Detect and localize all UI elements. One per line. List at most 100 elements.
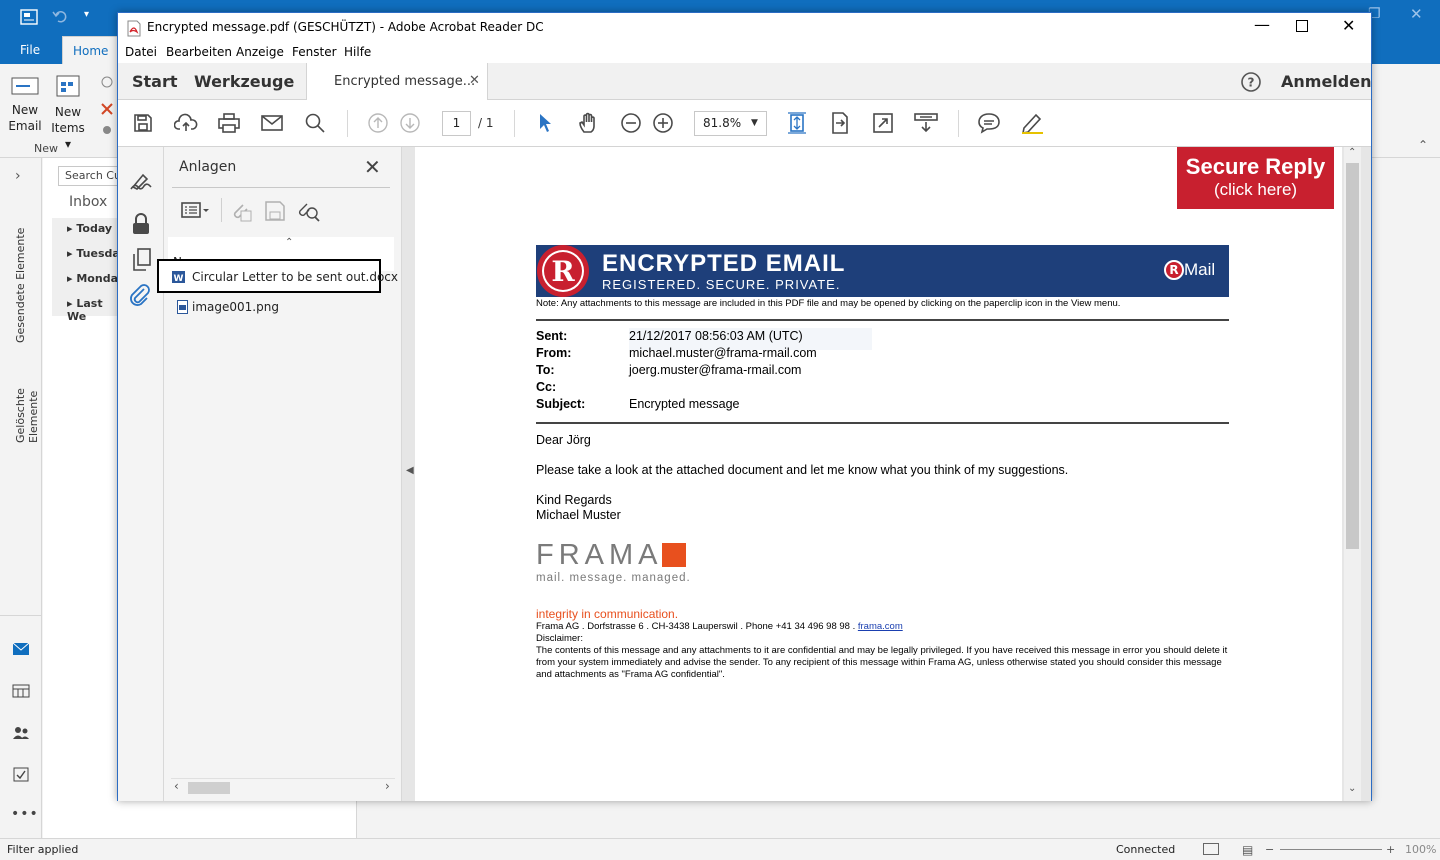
ol-close-icon[interactable]: ✕	[1410, 5, 1423, 23]
outlook-statusbar: Filter applied Connected ▤ − + 100%	[0, 838, 1440, 859]
menu-datei[interactable]: Datei	[125, 45, 157, 59]
group-monday[interactable]: ▸ Monda	[67, 272, 118, 285]
email-icon[interactable]	[259, 110, 285, 136]
group-today[interactable]: ▸ Today	[67, 222, 112, 235]
menu-fenster[interactable]: Fenster	[292, 45, 337, 59]
closing-regards: Kind Regards	[536, 493, 612, 507]
tab-close-icon[interactable]: ✕	[469, 73, 480, 88]
nav-deleted-items[interactable]: Gelöschte Elemente	[14, 333, 40, 443]
tab-werkzeuge[interactable]: Werkzeuge	[194, 72, 294, 91]
list-item[interactable]: W Circular Letter to be sent out.docx	[157, 259, 398, 293]
scroll-down-icon[interactable]: ⌄	[1348, 783, 1356, 794]
reading-view-icon[interactable]: ▤	[1242, 840, 1253, 860]
help-icon[interactable]: ?	[1240, 71, 1262, 93]
nav-divider	[0, 615, 42, 616]
group-last-week[interactable]: ▸ Last We	[67, 297, 122, 323]
highlight-pen-icon[interactable]	[1019, 110, 1045, 136]
horizontal-scrollbar[interactable]: ‹ ›	[171, 778, 395, 796]
tasks-icon[interactable]	[12, 766, 30, 782]
collapse-left-icon[interactable]: ◀	[406, 465, 414, 476]
calendar-icon[interactable]	[12, 684, 30, 698]
print-icon[interactable]	[216, 110, 242, 136]
maximize-button[interactable]	[1296, 20, 1308, 32]
zoom-out-icon[interactable]	[618, 110, 644, 136]
signin-button[interactable]: Anmelden	[1281, 72, 1371, 91]
undo-icon[interactable]	[52, 9, 68, 23]
panel-close-icon[interactable]: ✕	[364, 155, 381, 179]
menu-anzeige[interactable]: Anzeige	[236, 45, 284, 59]
outlook-left-nav: › Gesendete Elemente Gelöschte Elemente …	[0, 158, 42, 838]
fit-page-icon[interactable]	[784, 110, 810, 136]
search-current-mailbox[interactable]: Search Cu	[58, 166, 118, 186]
ribbon-group-new: New	[34, 142, 58, 155]
pdf-page: Secure Reply (click here) R ENCRYPTED EM…	[415, 147, 1342, 801]
encrypted-email-banner: R ENCRYPTED EMAIL REGISTERED. SECURE. PR…	[536, 245, 1229, 297]
vertical-scrollbar[interactable]: ⌃ ⌄	[1344, 147, 1361, 801]
ribbon-collapse-icon[interactable]: ⌃	[1418, 138, 1428, 152]
rotate-page-icon[interactable]	[827, 110, 853, 136]
expand-folder-pane-icon[interactable]: ›	[15, 168, 21, 184]
attachment-list: W Circular Letter to be sent out.docx im…	[157, 259, 398, 781]
new-email-button[interactable]: New Email	[6, 74, 44, 134]
address-line: Frama AG . Dorfstrasse 6 . CH-3438 Laupe…	[536, 621, 903, 632]
header-sent-label: Sent:	[536, 329, 568, 343]
zoom-select[interactable]: 81.8% ▼	[694, 111, 767, 136]
frama-link[interactable]: frama.com	[858, 621, 903, 632]
save-attachment-icon[interactable]	[264, 200, 286, 225]
normal-view-icon[interactable]	[1203, 843, 1219, 855]
zoom-in-icon[interactable]: +	[1386, 840, 1395, 860]
next-page-icon[interactable]	[397, 110, 423, 136]
svg-text:?: ?	[1248, 76, 1255, 90]
zoom-out-icon[interactable]: −	[1265, 840, 1274, 860]
tab-start[interactable]: Start	[132, 72, 178, 91]
menu-hilfe[interactable]: Hilfe	[344, 45, 371, 59]
scroll-right-icon[interactable]: ›	[385, 779, 390, 793]
search-icon[interactable]	[302, 110, 328, 136]
scrollbar-thumb[interactable]	[188, 782, 230, 794]
secure-reply-button[interactable]: Secure Reply (click here)	[1177, 147, 1334, 209]
scroll-left-icon[interactable]: ‹	[174, 779, 179, 793]
minimize-button[interactable]: —	[1254, 15, 1270, 34]
header-subject-value: Encrypted message	[629, 397, 740, 411]
attachment-name: image001.png	[192, 300, 279, 314]
zoom-in-icon[interactable]	[650, 110, 676, 136]
people-icon[interactable]	[12, 726, 30, 740]
comment-icon[interactable]	[976, 110, 1002, 136]
zoom-slider[interactable]	[1280, 849, 1382, 850]
more-apps-icon[interactable]: •••	[11, 806, 39, 822]
search-attachments-icon[interactable]	[297, 200, 321, 225]
new-items-button[interactable]: New Items ▾	[48, 74, 88, 152]
toolbar-separator-3	[958, 110, 959, 137]
hand-tool-icon[interactable]	[575, 110, 601, 136]
select-cursor-icon[interactable]	[532, 110, 558, 136]
add-attachment-icon[interactable]	[230, 200, 254, 225]
sign-icon[interactable]	[129, 169, 153, 194]
disclaimer-title: Disclaimer:	[536, 633, 583, 644]
list-item[interactable]: image001.png	[173, 300, 383, 320]
scroll-up-icon[interactable]: ⌃	[1348, 147, 1356, 158]
tab-document[interactable]: Encrypted message... ✕	[306, 63, 488, 100]
tab-home[interactable]: Home	[62, 36, 118, 64]
rmail-logo-icon: R	[1164, 260, 1184, 280]
save-icon[interactable]	[130, 110, 156, 136]
page-number-input[interactable]: 1	[442, 111, 471, 136]
menu-bearbeiten[interactable]: Bearbeiten	[166, 45, 232, 59]
nav-sent-items[interactable]: Gesendete Elemente	[14, 213, 30, 343]
qat-dropdown-icon[interactable]: ▾	[84, 9, 89, 20]
header-from-label: From:	[536, 346, 572, 360]
fullscreen-icon[interactable]	[870, 110, 896, 136]
paperclip-icon[interactable]	[129, 283, 151, 310]
tab-file[interactable]: File	[10, 36, 50, 64]
panel-tool-separator	[221, 198, 222, 222]
address-text: Frama AG . Dorfstrasse 6 . CH-3438 Laupe…	[536, 621, 856, 632]
options-menu-icon[interactable]	[181, 201, 211, 222]
pages-icon[interactable]	[132, 248, 152, 275]
upload-cloud-icon[interactable]	[173, 110, 199, 136]
lock-icon[interactable]	[132, 213, 150, 238]
close-button[interactable]: ✕	[1342, 16, 1355, 35]
prev-page-icon[interactable]	[365, 110, 391, 136]
scroll-mode-icon[interactable]	[913, 110, 939, 136]
vertical-scrollbar-thumb[interactable]	[1346, 163, 1359, 549]
mail-icon[interactable]	[12, 642, 30, 656]
group-tuesday[interactable]: ▸ Tuesda	[67, 247, 120, 260]
